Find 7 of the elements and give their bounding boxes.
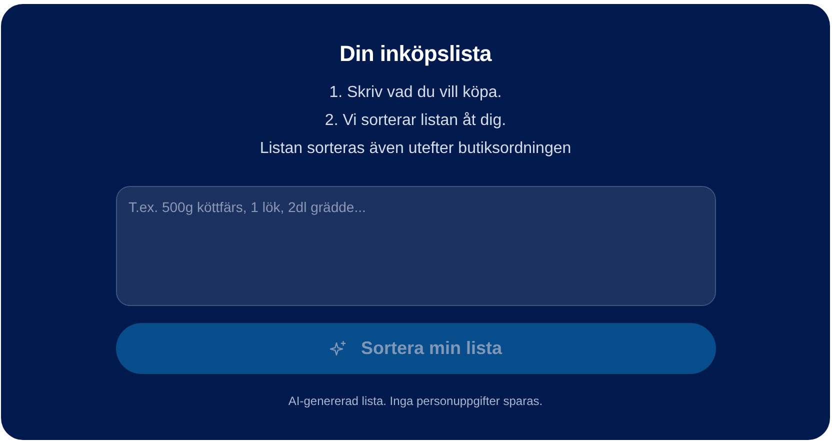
instruction-text: 2. Vi sorterar listan åt dig. — [324, 111, 506, 131]
instruction-text: 1. Skriv vad du vill köpa. — [329, 83, 502, 103]
instruction-text: Listan sorteras även utefter butiksordningen — [260, 139, 572, 159]
list-field[interactable]: T.ex. 500g köttfärs, 1 lök, 2dl grädde... — [116, 186, 716, 306]
page-title: Din inköpslista — [340, 40, 492, 68]
sparkle-icon — [328, 340, 347, 358]
disclaimer-text: AI-genererad lista. Inga personuppgifter sparas. — [288, 393, 543, 410]
